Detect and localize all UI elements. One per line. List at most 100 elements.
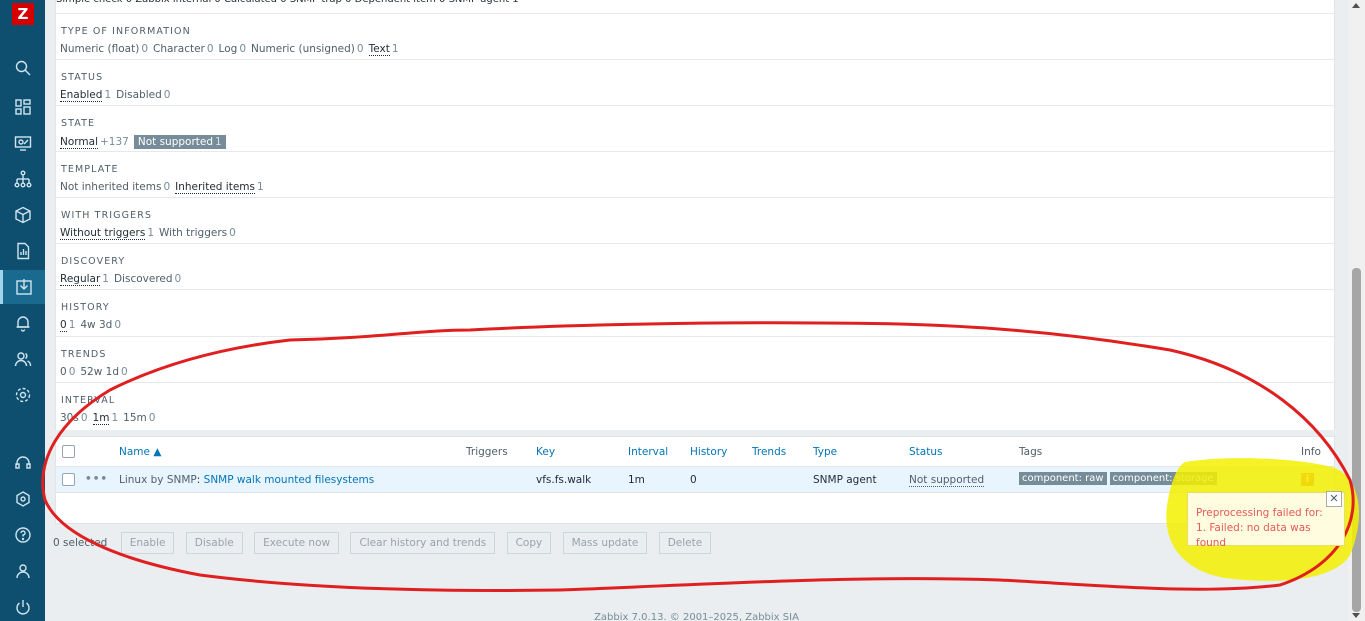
- subfilter-option-count: +137: [100, 136, 129, 148]
- disable-button[interactable]: Disable: [185, 532, 243, 554]
- subfilter-option[interactable]: Without triggers 1: [60, 227, 154, 240]
- subfilter-option-label: Text: [368, 43, 390, 56]
- subfilter-option-count: 1: [257, 181, 264, 193]
- dashboard-icon[interactable]: [0, 90, 45, 124]
- subfilter-option[interactable]: 30s 0: [60, 412, 88, 424]
- subfilter-option-label: Disabled: [116, 89, 162, 101]
- subfilter-option[interactable]: Numeric (float) 0: [60, 43, 148, 55]
- services-icon[interactable]: [0, 162, 45, 196]
- item-status[interactable]: Not supported: [909, 474, 985, 487]
- reports-icon[interactable]: [0, 234, 45, 268]
- subfilter-option[interactable]: 01: [60, 319, 75, 332]
- delete-button[interactable]: Delete: [658, 532, 712, 554]
- subfilter-option[interactable]: Not supported 1: [133, 135, 226, 149]
- column-history-header[interactable]: History: [690, 446, 727, 458]
- subfilter-group: STATE Normal +137 Not supported 1: [56, 105, 1336, 151]
- tag-badge[interactable]: component: raw: [1019, 472, 1107, 485]
- monitoring-icon[interactable]: [0, 126, 45, 160]
- column-interval-header[interactable]: Interval: [628, 446, 668, 458]
- inventory-icon[interactable]: [0, 198, 45, 232]
- subfilter-option[interactable]: Disabled 0: [116, 89, 170, 101]
- subfilter-option-count: 1: [215, 136, 222, 148]
- subfilter-option-count: 0: [206, 43, 214, 55]
- item-key: vfs.fs.walk: [536, 474, 592, 486]
- mass-update-button[interactable]: Mass update: [562, 532, 648, 554]
- row-checkbox[interactable]: [62, 473, 75, 486]
- tooltip-close-button[interactable]: ✕: [1326, 491, 1342, 507]
- column-type-header[interactable]: Type: [813, 446, 837, 458]
- subfilter-option[interactable]: Enabled 1: [60, 89, 111, 102]
- alerts-icon[interactable]: [0, 306, 45, 340]
- select-all-checkbox[interactable]: [62, 445, 75, 458]
- zabbix-logo[interactable]: Z: [12, 3, 34, 25]
- subfilter-option[interactable]: Discovered 0: [114, 273, 181, 285]
- clear-history-button[interactable]: Clear history and trends: [350, 532, 496, 554]
- table-row: ••• Linux by SNMP: SNMP walk mounted fil…: [56, 466, 1334, 493]
- integrations-icon[interactable]: [0, 482, 45, 516]
- item-name-link[interactable]: SNMP walk mounted filesystems: [204, 474, 375, 486]
- help-icon[interactable]: [0, 518, 45, 552]
- subfilter-items: Enabled 1 Disabled 0: [60, 89, 175, 102]
- subfilter-option-label: 1m: [92, 412, 110, 425]
- error-tooltip: Preprocessing failed for: 1. Failed: no …: [1187, 492, 1345, 549]
- subfilter-title: WITH TRIGGERS: [61, 210, 153, 221]
- subfilter-group: TRENDS 0 0 52w 1d 0: [56, 336, 1336, 382]
- subfilter-option[interactable]: Text 1: [368, 43, 399, 56]
- subfilter-option-count: 1: [147, 227, 154, 239]
- scroll-down-arrow-icon[interactable]: [1352, 613, 1360, 618]
- subfilter-option[interactable]: Character 0: [153, 43, 214, 55]
- subfilter-group: WITH TRIGGERS Without triggers 1 With trigg…: [56, 197, 1336, 243]
- subfilter-option[interactable]: Log 0: [219, 43, 246, 55]
- subfilter-option[interactable]: 15m 0: [123, 412, 155, 424]
- subfilter-items: 30s 0 1m 1 15m 0: [60, 412, 160, 425]
- scrollbar-thumb[interactable]: [1352, 268, 1361, 612]
- item-name-cell: Linux by SNMP: SNMP walk mounted filesys…: [119, 474, 374, 486]
- enable-button[interactable]: Enable: [120, 532, 175, 554]
- subfilter-option[interactable]: 4w 3d 0: [80, 319, 121, 331]
- subfilter-option[interactable]: With triggers 0: [159, 227, 236, 239]
- execute-now-button[interactable]: Execute now: [254, 532, 340, 554]
- subfilter-option-label: With triggers: [159, 227, 228, 239]
- scroll-up-arrow-icon[interactable]: [1352, 3, 1360, 8]
- item-tags: component: raw component: storage: [1019, 472, 1220, 485]
- user-settings-icon[interactable]: [0, 554, 45, 588]
- subfilter-title: TYPE OF INFORMATION: [61, 26, 191, 37]
- column-key-header[interactable]: Key: [536, 446, 555, 458]
- column-status-header[interactable]: Status: [909, 446, 942, 458]
- subfilter-option[interactable]: Numeric (unsigned) 0: [251, 43, 364, 55]
- vertical-scrollbar[interactable]: [1348, 0, 1365, 621]
- subfilter-group: INTERVAL 30s 0 1m 1 15m 0: [56, 382, 1336, 428]
- selected-count: 0 selected: [53, 537, 108, 549]
- administration-icon[interactable]: [0, 378, 45, 412]
- subfilter-group: HISTORY 0 1 4w 3d 0: [56, 289, 1336, 335]
- data-collection-icon[interactable]: [0, 270, 45, 304]
- subfilter-option-count: 0: [356, 43, 364, 55]
- copy-button[interactable]: Copy: [506, 532, 552, 554]
- subfilter-group: STATUS Enabled 1 Disabled 0: [56, 59, 1336, 105]
- status-label[interactable]: Not supported: [909, 474, 985, 487]
- subfilter-option[interactable]: Inherited items 1: [175, 181, 264, 194]
- subfilter-option-label: Character: [153, 43, 205, 55]
- sign-out-icon[interactable]: [0, 590, 45, 621]
- search-icon[interactable]: [0, 51, 45, 85]
- subfilter-option-label: Normal: [60, 136, 98, 149]
- subfilter-items: Regular 1 Discovered 0: [60, 273, 186, 286]
- error-info-icon[interactable]: i: [1301, 473, 1314, 486]
- tag-badge[interactable]: component: storage: [1109, 472, 1217, 485]
- subfilter-option-label: 30s: [60, 412, 79, 424]
- subfilter-option[interactable]: Normal +137: [60, 136, 129, 149]
- mass-action-bar: 0 selected Enable Disable Execute now Cl…: [53, 532, 719, 555]
- column-name-header[interactable]: Name ▲: [119, 446, 161, 458]
- subfilter-option[interactable]: 1m 1: [92, 412, 118, 425]
- subfilter-option[interactable]: 52w 1d 0: [80, 366, 127, 378]
- item-type: SNMP agent: [813, 474, 877, 486]
- subfilter-option-label: 4w 3d: [80, 319, 113, 331]
- subfilter-option[interactable]: Regular 1: [60, 273, 109, 286]
- template-link[interactable]: Linux by SNMP: [119, 474, 197, 486]
- column-trends-header[interactable]: Trends: [752, 446, 786, 458]
- subfilter-option[interactable]: Not inherited items 0: [60, 181, 170, 193]
- users-icon[interactable]: [0, 342, 45, 376]
- row-actions-menu[interactable]: •••: [85, 473, 108, 485]
- subfilter-option[interactable]: 00: [60, 366, 75, 378]
- support-icon[interactable]: [0, 446, 45, 480]
